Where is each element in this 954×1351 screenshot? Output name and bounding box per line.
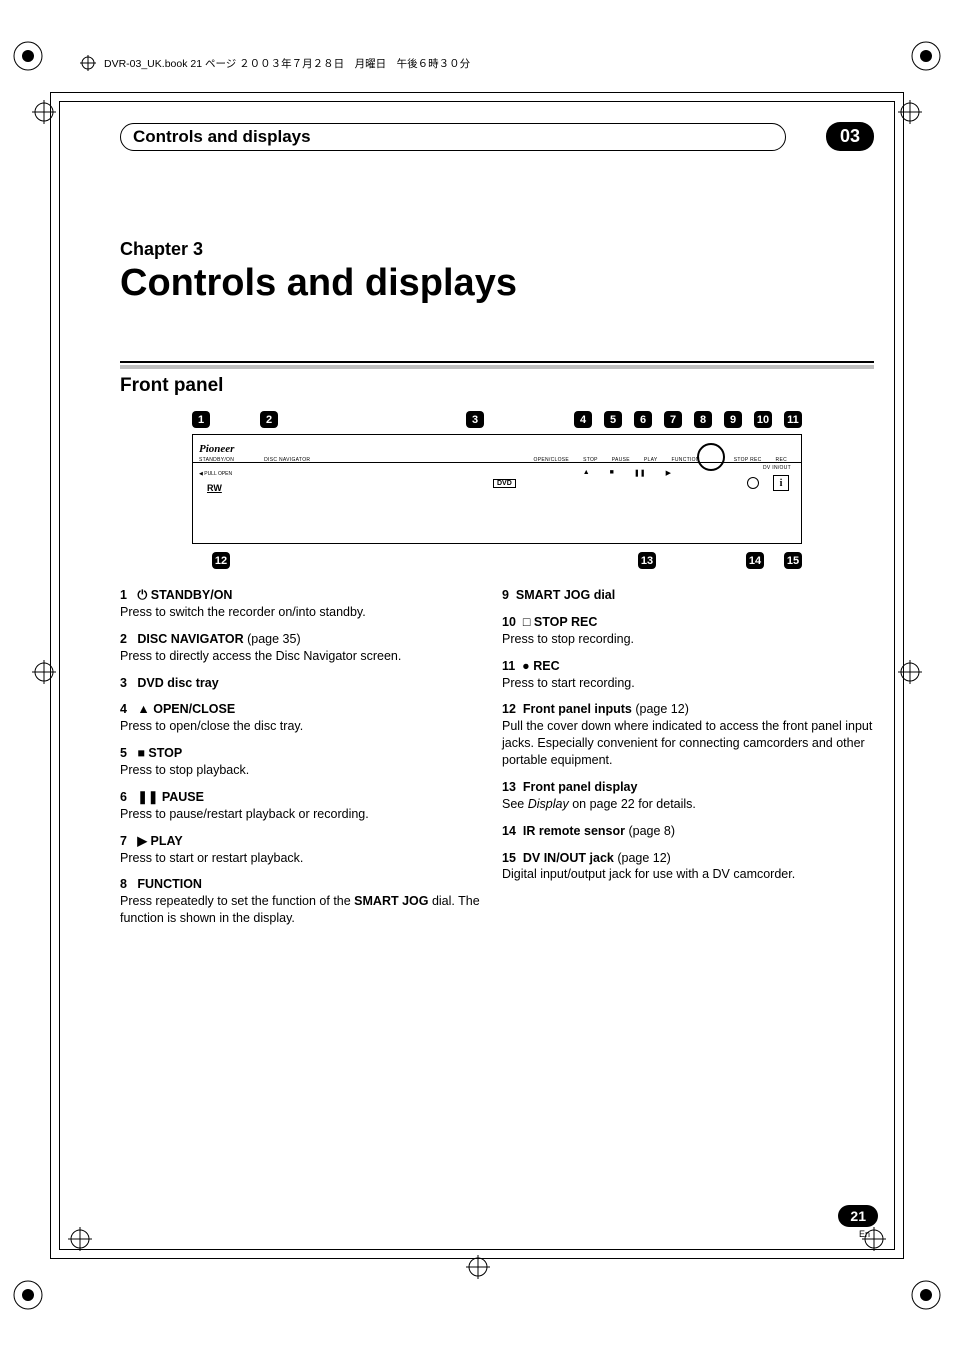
page-lang: En [859,1229,870,1239]
callout-badge: 3 [466,411,484,428]
chapter-number-badge: 03 [826,122,874,151]
label-stoprec: STOP REC [734,457,762,463]
dv-jack-icon: i [773,475,789,491]
eject-icon: ▲ [583,469,590,477]
list-item: 5 ■ STOPPress to stop playback. [120,745,492,779]
crop-mark-icon [12,40,44,72]
book-header-text: DVR-03_UK.book 21 ページ ２００３年７月２８日 月曜日 午後６… [104,56,470,71]
left-column: 1 ⏻ STANDBY/ONPress to switch the record… [120,587,492,937]
callout-badge: 1 [192,411,210,428]
section-subhead: Front panel [120,375,874,397]
section-title-pill: Controls and displays [120,123,786,151]
front-panel-diagram: 1 2 3 4 5 6 7 8 9 10 11 [192,411,802,569]
callout-badge: 11 [784,411,802,428]
list-item: 15 DV IN/OUT jack (page 12)Digital input… [502,850,874,884]
chapter-label: Chapter 3 [120,239,874,260]
callout-badge: 5 [604,411,622,428]
callout-badge: 9 [724,411,742,428]
list-item: 3 DVD disc tray [120,675,492,692]
list-item: 11 ● RECPress to start recording. [502,658,874,692]
label-rec: REC [776,457,787,463]
rw-badge: RW [207,483,222,493]
callout-badge: 6 [634,411,652,428]
list-item: 6 ❚❚ PAUSEPress to pause/restart playbac… [120,789,492,823]
pull-open-label: ◀ PULL OPEN [199,471,232,477]
callout-badge: 7 [664,411,682,428]
divider [120,361,874,369]
callout-badge: 2 [260,411,278,428]
callout-badge: 13 [638,552,656,569]
callout-badge: 15 [784,552,802,569]
book-header-line: DVR-03_UK.book 21 ページ ２００３年７月２８日 月曜日 午後６… [80,55,874,71]
list-item: 14 IR remote sensor (page 8) [502,823,874,840]
crop-mark-icon [12,1279,44,1311]
outer-frame: Controls and displays 03 Chapter 3 Contr… [50,92,904,1259]
chapter-title: Controls and displays [120,262,874,305]
pause-icon: ❚❚ [634,469,646,477]
callout-badge: 14 [746,552,764,569]
list-item: 10 □ STOP RECPress to stop recording. [502,614,874,648]
page-number-badge: 21 [838,1205,878,1227]
list-item: 8 FUNCTIONPress repeatedly to set the fu… [120,876,492,927]
list-item: 13 Front panel displaySee Display on pag… [502,779,874,813]
inner-frame: Controls and displays 03 Chapter 3 Contr… [59,101,895,1250]
list-item: 7 ▶ PLAYPress to start or restart playba… [120,833,492,867]
label-function: FUNCTION [672,457,700,463]
right-column: 9 SMART JOG dial 10 □ STOP RECPress to st… [502,587,874,937]
callout-badge: 12 [212,552,230,569]
stop-icon: ■ [610,469,614,477]
label-play: PLAY [644,457,658,463]
jog-dial-icon [697,443,725,471]
label-discnav: DISC NAVIGATOR [264,457,310,463]
dvd-badge: DVD [493,479,516,488]
callout-badge: 8 [694,411,712,428]
list-item: 1 ⏻ STANDBY/ONPress to switch the record… [120,587,492,621]
label-stop: STOP [583,457,598,463]
brand-logo: Pioneer [199,443,234,455]
label-openclose: OPEN/CLOSE [534,457,570,463]
label-standby: STANDBY/ON [199,457,234,463]
crosshair-icon [80,55,96,71]
label-dvinout: DV IN/OUT [763,465,791,471]
ir-sensor-icon [747,477,759,489]
device-outline: Pioneer STANDBY/ON DISC NAVIGATOR OPEN/C… [192,434,802,544]
callout-badge: 10 [754,411,772,428]
crop-mark-icon [910,40,942,72]
callout-badge: 4 [574,411,592,428]
list-item: 9 SMART JOG dial [502,587,874,604]
crop-mark-icon [910,1279,942,1311]
list-item: 4 ▲ OPEN/CLOSEPress to open/close the di… [120,701,492,735]
list-item: 2 DISC NAVIGATOR (page 35)Press to direc… [120,631,492,665]
play-icon: ▶ [666,469,671,477]
label-pause: PAUSE [612,457,630,463]
list-item: 12 Front panel inputs (page 12)Pull the … [502,701,874,769]
